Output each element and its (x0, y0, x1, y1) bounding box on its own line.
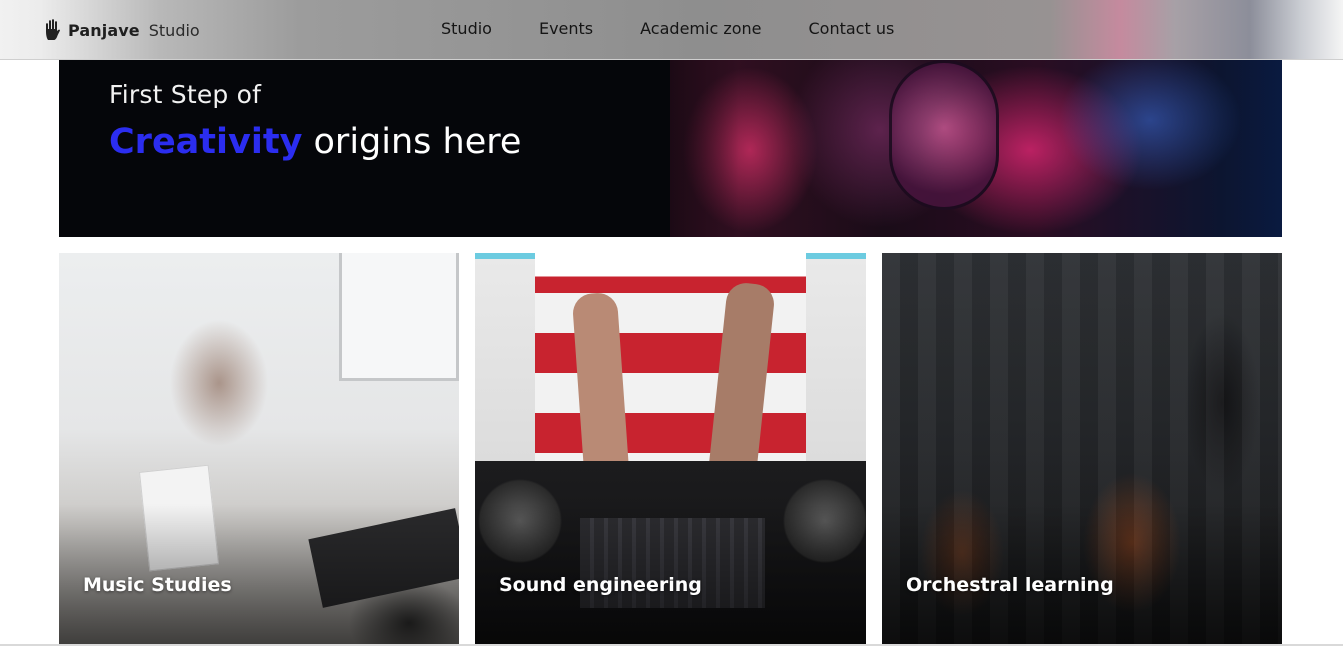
main-nav: Studio Events Academic zone Contact us (441, 19, 894, 38)
hero-banner: First Step of Creativity origins here (59, 60, 1282, 237)
hero-heading-accent: Creativity (109, 122, 303, 162)
nav-link-academic-zone[interactable]: Academic zone (640, 19, 761, 38)
page: Panjave Studio Studio Events Academic zo… (0, 0, 1343, 646)
whiteboard-image (339, 253, 459, 381)
hero-subheading: First Step of (109, 80, 262, 109)
nav-link-events[interactable]: Events (539, 19, 593, 38)
card-sound-engineering[interactable]: Sound engineering (475, 253, 866, 644)
brand-suffix: Studio (148, 20, 200, 40)
hero-microphone-image (889, 60, 999, 210)
wall-image (475, 253, 535, 463)
hand-icon (46, 19, 60, 40)
card-title: Sound engineering (499, 574, 702, 596)
hero-heading: Creativity origins here (109, 122, 521, 162)
top-navbar: Panjave Studio Studio Events Academic zo… (0, 0, 1343, 60)
card-title: Music Studies (83, 574, 232, 596)
wall-image (806, 253, 866, 463)
nav-link-contact-us[interactable]: Contact us (809, 19, 895, 38)
card-orchestral-learning[interactable]: Orchestral learning (882, 253, 1282, 644)
brand-logo[interactable]: Panjave Studio (44, 17, 200, 43)
card-title: Orchestral learning (906, 574, 1114, 596)
brand-name: Panjave (68, 20, 140, 40)
card-music-studies[interactable]: Music Studies (59, 253, 459, 644)
hero-heading-rest: origins here (302, 122, 522, 162)
hero-image-fade (619, 60, 739, 237)
nav-link-studio[interactable]: Studio (441, 19, 492, 38)
